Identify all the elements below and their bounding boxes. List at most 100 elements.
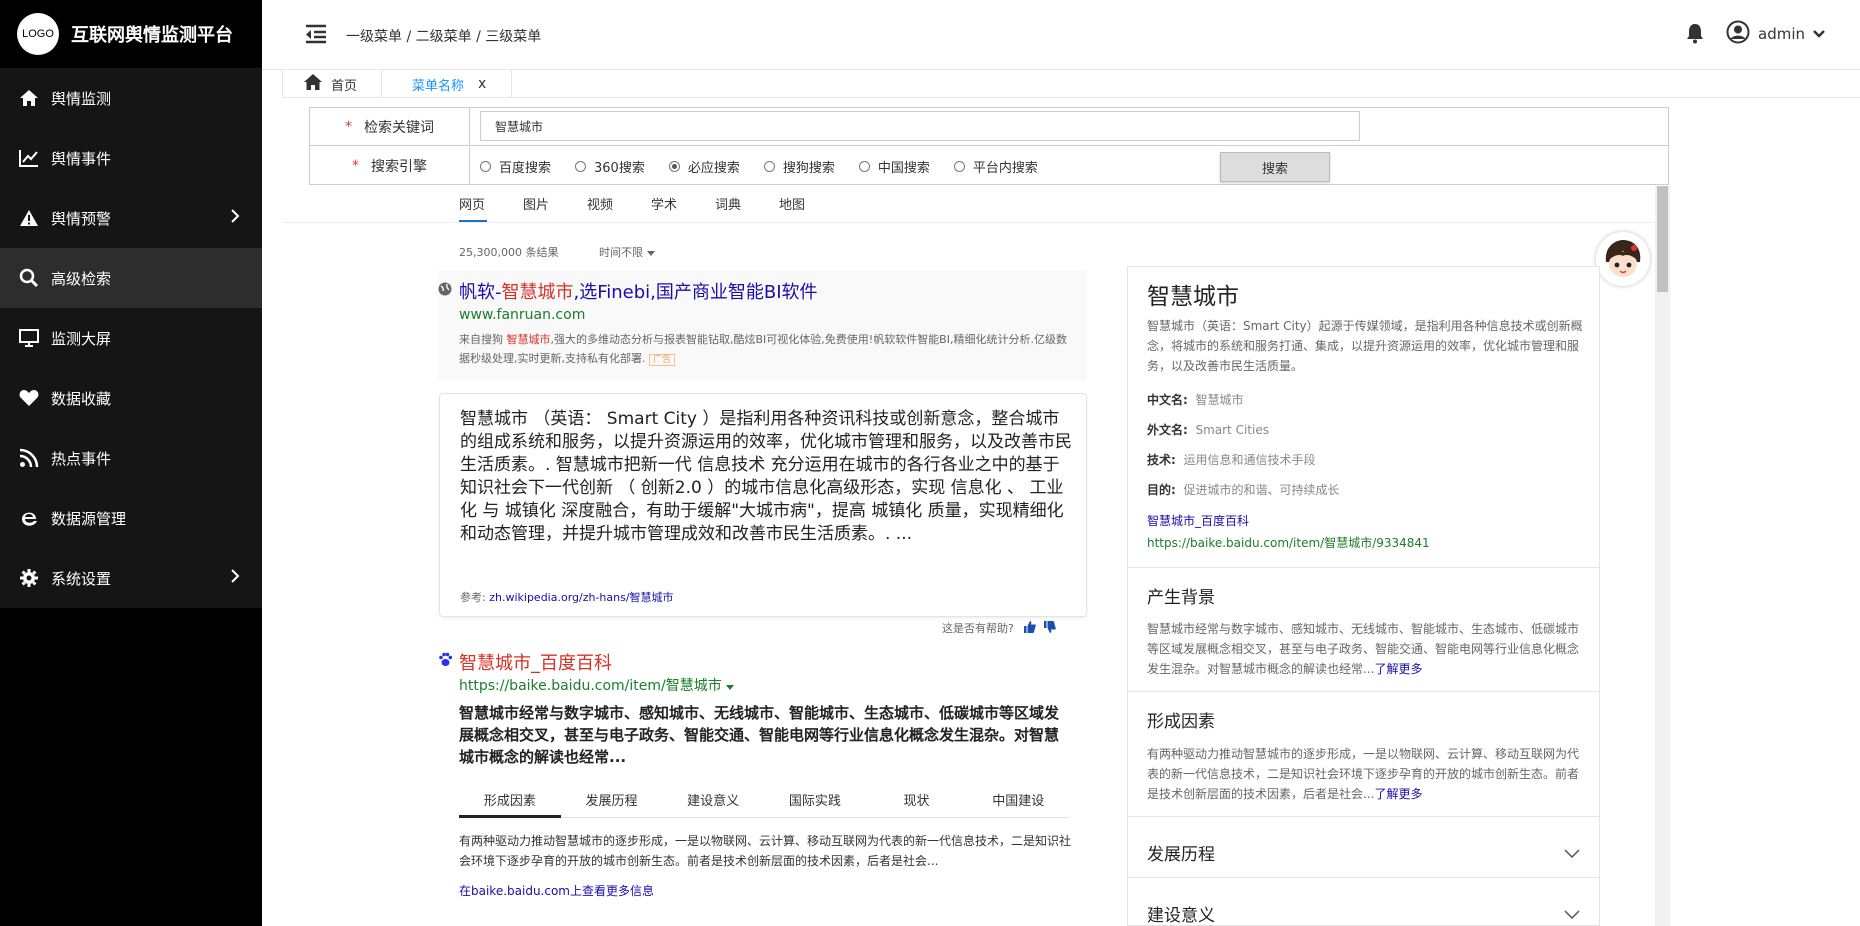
sidebar-item-label: 高级检索 bbox=[51, 269, 112, 288]
kp-fact: 外文名: Smart Cities bbox=[1147, 421, 1269, 438]
tab-dictionary[interactable]: 词典 bbox=[715, 186, 779, 222]
baike-tab[interactable]: 现状 bbox=[866, 782, 968, 817]
sidebar-item-hot-events[interactable]: 热点事件 bbox=[0, 428, 262, 488]
baike-more-link[interactable]: 在baike.baidu.com上查看更多信息 bbox=[459, 882, 654, 899]
ad-description: 来自搜狗 智慧城市,强大的多维动态分析与报表智能钻取,酷炫BI可视化体验,免费使… bbox=[459, 330, 1069, 370]
sidebar-item-dashboard[interactable]: 监测大屏 bbox=[0, 308, 262, 368]
home-icon bbox=[303, 73, 323, 95]
sidebar-item-label: 舆情监测 bbox=[51, 89, 112, 108]
search-button[interactable]: 搜索 bbox=[1220, 152, 1330, 182]
engine-radio-baidu[interactable]: 百度搜索 bbox=[480, 157, 551, 176]
baike-tab[interactable]: 发展历程 bbox=[561, 782, 663, 817]
sidebar-item-datasource[interactable]: 数据源管理 bbox=[0, 488, 262, 548]
engine-radio-bing[interactable]: 必应搜索 bbox=[668, 157, 740, 176]
sidebar-item-label: 数据源管理 bbox=[51, 509, 127, 528]
kp-source-url[interactable]: https://baike.baidu.com/item/智慧城市/933484… bbox=[1147, 534, 1430, 551]
tab-maps[interactable]: 地图 bbox=[779, 186, 843, 222]
sidebar-item-label: 舆情事件 bbox=[51, 149, 112, 168]
baike-title-link[interactable]: 智慧城市_百度百科 bbox=[459, 649, 612, 675]
tab-close-button[interactable]: x bbox=[478, 76, 486, 92]
heart-icon bbox=[18, 387, 40, 409]
tab-academic[interactable]: 学术 bbox=[651, 186, 715, 222]
answer-card: 智慧城市 （英语： Smart City ）是指利用各种资讯科技或创新意念，整合… bbox=[439, 393, 1087, 617]
user-menu[interactable]: admin bbox=[1726, 20, 1825, 48]
tab-menu-name[interactable]: 菜单名称 x bbox=[382, 70, 512, 98]
line-chart-icon bbox=[18, 147, 40, 169]
sidebar-item-label: 系统设置 bbox=[51, 569, 112, 588]
app-title: 互联网舆情监测平台 bbox=[71, 25, 233, 46]
sidebar-item-warning[interactable]: 舆情预警 bbox=[0, 188, 262, 248]
tab-images[interactable]: 图片 bbox=[523, 186, 587, 222]
engine-radio-group: 百度搜索 360搜索 必应搜索 搜狗搜索 中国搜索 平台内搜索 bbox=[480, 147, 1062, 185]
tab-home[interactable]: 首页 bbox=[282, 70, 382, 98]
baike-tab[interactable]: 国际实践 bbox=[764, 782, 866, 817]
sidebar-item-monitor[interactable]: 舆情监测 bbox=[0, 68, 262, 128]
ad-title-link[interactable]: 帆软-智慧城市,选Finebi,国产商业智能BI软件 bbox=[459, 278, 818, 304]
keyword-input[interactable] bbox=[480, 111, 1360, 141]
answer-reference: 参考: zh.wikipedia.org/zh-hans/智慧城市 bbox=[460, 589, 674, 605]
results-scrollbar[interactable] bbox=[1655, 186, 1670, 926]
ad-desc-pre: 来自搜狗 bbox=[459, 333, 507, 346]
baike-tab-content: 有两种驱动力推动智慧城市的逐步形成，一是以物联网、云计算、移动互联网为代表的新一… bbox=[459, 834, 1072, 868]
username: admin bbox=[1758, 25, 1805, 43]
baike-url[interactable]: https://baike.baidu.com/item/智慧城市 bbox=[459, 675, 735, 695]
thumbs-down-icon[interactable] bbox=[1043, 620, 1056, 636]
sidebar-item-settings[interactable]: 系统设置 bbox=[0, 548, 262, 608]
sidebar: LOGO 互联网舆情监测平台 舆情监测 舆情事件 舆情预警 高级检索 监测大屏 … bbox=[0, 0, 262, 926]
knowledge-panel: 智慧城市 智慧城市（英语：Smart City）起源于传媒领域，是指利用各种信息… bbox=[1127, 266, 1600, 926]
tab-web[interactable]: 网页 bbox=[459, 186, 523, 222]
kp-fact-value: 促进城市的和谐、可持续成长 bbox=[1183, 483, 1340, 497]
top-header: 一级菜单 / 二级菜单 / 三级菜单 admin bbox=[262, 0, 1860, 70]
time-filter[interactable]: 时间不限 bbox=[599, 244, 655, 260]
sidebar-item-label: 舆情预警 bbox=[51, 209, 112, 228]
breadcrumb: 一级菜单 / 二级菜单 / 三级菜单 bbox=[346, 29, 542, 45]
kp-section-title[interactable]: 发展历程 bbox=[1147, 840, 1215, 865]
chevron-down-icon[interactable] bbox=[1564, 847, 1580, 862]
thumbs-up-icon[interactable] bbox=[1023, 620, 1036, 636]
answer-text: 智慧城市 （英语： Smart City ）是指利用各种资讯科技或创新意念，整合… bbox=[460, 409, 1072, 544]
engine-radio-chinaso[interactable]: 中国搜索 bbox=[858, 157, 930, 176]
radio-label: 搜狗搜索 bbox=[782, 160, 835, 176]
engine-label-text: 搜索引擎 bbox=[371, 159, 427, 175]
radio-circle bbox=[953, 160, 965, 172]
kp-source-link[interactable]: 智慧城市_百度百科 bbox=[1147, 512, 1249, 529]
tab-videos[interactable]: 视频 bbox=[587, 186, 651, 222]
scrollbar-thumb[interactable] bbox=[1657, 186, 1668, 292]
ad-title-post: ,选Finebi,国产商业智能BI软件 bbox=[573, 282, 818, 303]
baike-title-highlight: 智慧城市 bbox=[459, 653, 531, 674]
ad-url[interactable]: www.fanruan.com bbox=[459, 307, 585, 323]
engine-radio-360[interactable]: 360搜索 bbox=[575, 157, 645, 176]
baike-tab[interactable]: 形成因素 bbox=[459, 782, 561, 818]
sidebar-item-advanced-search[interactable]: 高级检索 bbox=[0, 248, 262, 308]
engine-radio-platform[interactable]: 平台内搜索 bbox=[953, 157, 1038, 176]
baike-tabs: 形成因素 发展历程 建设意义 国际实践 现状 中国建设 bbox=[459, 782, 1069, 818]
sidebar-item-favorites[interactable]: 数据收藏 bbox=[0, 368, 262, 428]
kp-section-title[interactable]: 建设意义 bbox=[1147, 901, 1215, 926]
engine-radio-sogou[interactable]: 搜狗搜索 bbox=[763, 157, 835, 176]
rss-icon bbox=[18, 447, 40, 469]
kp-more-link[interactable]: 了解更多 bbox=[1374, 662, 1422, 676]
bell-icon[interactable] bbox=[1686, 22, 1704, 48]
kp-fact-key: 目的: bbox=[1147, 483, 1176, 497]
chevron-down-icon[interactable] bbox=[1564, 908, 1580, 923]
assistant-avatar[interactable] bbox=[1596, 232, 1650, 286]
kp-section-text: 有两种驱动力推动智慧城市的逐步形成，一是以物联网、云计算、移动互联网为代表的新一… bbox=[1147, 744, 1587, 804]
baike-tab[interactable]: 中国建设 bbox=[967, 782, 1069, 817]
kp-fact-value: Smart Cities bbox=[1195, 423, 1269, 437]
divider bbox=[1128, 816, 1599, 817]
required-mark: * bbox=[345, 119, 352, 135]
menu-toggle-icon[interactable] bbox=[304, 24, 328, 48]
brand: LOGO 互联网舆情监测平台 bbox=[0, 0, 262, 68]
kp-more-link[interactable]: 了解更多 bbox=[1374, 787, 1422, 801]
ie-icon bbox=[18, 507, 40, 529]
radio-label: 中国搜索 bbox=[877, 160, 930, 176]
divider bbox=[1128, 567, 1599, 568]
ad-title-pre: 帆软- bbox=[459, 282, 502, 303]
feedback-buttons bbox=[1023, 620, 1056, 636]
reference-link[interactable]: zh.wikipedia.org/zh-hans/智慧城市 bbox=[489, 591, 673, 604]
sidebar-item-events[interactable]: 舆情事件 bbox=[0, 128, 262, 188]
kp-fact-value: 智慧城市 bbox=[1195, 393, 1244, 407]
radio-circle bbox=[575, 160, 587, 172]
chevron-down-icon bbox=[1813, 27, 1825, 42]
baike-tab[interactable]: 建设意义 bbox=[662, 782, 764, 817]
